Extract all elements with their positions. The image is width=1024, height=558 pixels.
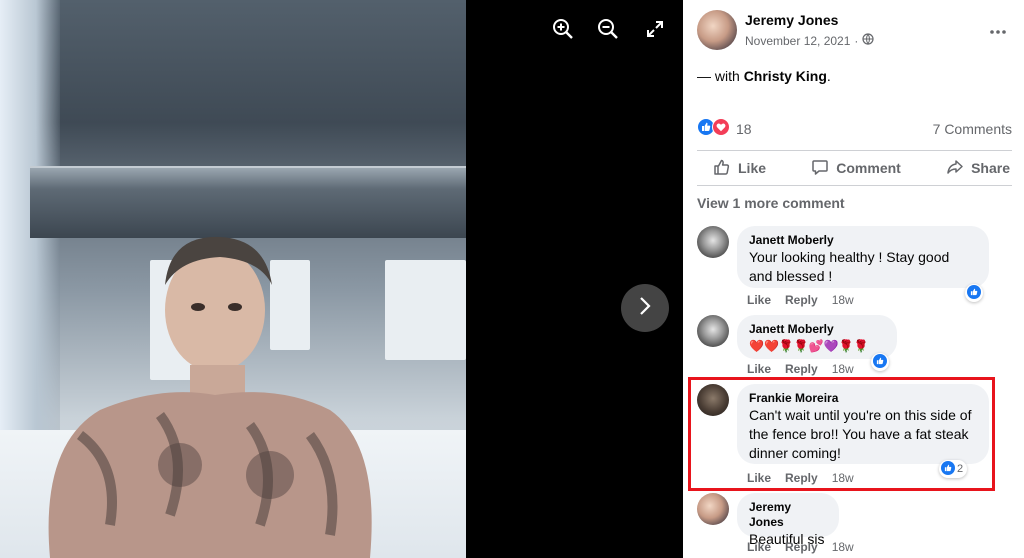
- commenter-name[interactable]: Frankie Moreira: [749, 391, 977, 406]
- commenter-name[interactable]: Janett Moberly: [749, 322, 885, 337]
- comment-button[interactable]: Comment: [811, 158, 901, 179]
- comment-bubble: Janett Moberly ❤️❤️🌹🌹💕💜🌹🌹: [737, 315, 897, 359]
- author-avatar[interactable]: [697, 10, 737, 50]
- comment-item: Jeremy Jones Beautiful sis Like Reply 18…: [697, 493, 1012, 555]
- person-figure: [48, 236, 372, 558]
- post-side-panel: Jeremy Jones November 12, 2021 · — with …: [683, 0, 1024, 558]
- comment-like-link[interactable]: Like: [747, 540, 771, 554]
- tagged-with-line: — with Christy King.: [697, 68, 831, 84]
- comment-actions: Like Reply 18w: [747, 471, 854, 485]
- post-date: November 12, 2021 ·: [745, 33, 875, 48]
- post-header: Jeremy Jones November 12, 2021 ·: [697, 10, 1010, 54]
- comment-actions: Like Reply 18w: [747, 362, 854, 376]
- comment-like-link[interactable]: Like: [747, 471, 771, 485]
- commenter-avatar[interactable]: [697, 315, 729, 347]
- comment-text-line: the fence bro!! You have a fat steak: [749, 426, 969, 442]
- comment-bubble: Jeremy Jones Beautiful sis: [737, 493, 839, 547]
- commenter-avatar[interactable]: [697, 493, 729, 525]
- comment-reaction-badge[interactable]: [965, 284, 983, 302]
- comment-reaction-badge[interactable]: 2: [939, 460, 968, 478]
- comment-time[interactable]: 18w: [832, 540, 854, 554]
- more-options-button[interactable]: [986, 18, 1010, 42]
- comment-bubble-icon: [811, 158, 829, 179]
- reaction-icons[interactable]: 18: [697, 117, 752, 141]
- post-author-name[interactable]: Jeremy Jones: [745, 12, 838, 28]
- comment-time[interactable]: 18w: [832, 293, 854, 307]
- comment-bubble: Janett Moberly Your looking healthy ! St…: [737, 226, 989, 288]
- photo-viewer: [0, 0, 683, 558]
- next-photo-button[interactable]: [621, 284, 669, 332]
- share-button-label: Share: [971, 160, 1010, 176]
- comment-item: Janett Moberly Your looking healthy ! St…: [697, 226, 1012, 308]
- reaction-count: 18: [736, 121, 752, 137]
- share-arrow-icon: [946, 158, 964, 179]
- fullscreen-icon[interactable]: [642, 16, 668, 42]
- commenter-name[interactable]: Janett Moberly: [749, 233, 977, 248]
- commenter-name[interactable]: Jeremy Jones: [749, 500, 827, 530]
- comment-text-line: Your looking healthy ! Stay good: [749, 249, 950, 265]
- comment-actions: Like Reply 18w: [747, 293, 854, 307]
- comment-button-label: Comment: [836, 160, 901, 176]
- thumbs-up-icon: [713, 158, 731, 179]
- commenter-avatar[interactable]: [697, 384, 729, 416]
- with-prefix: — with: [697, 68, 744, 84]
- globe-icon: [862, 33, 875, 48]
- comment-actions: Like Reply 18w: [747, 540, 854, 554]
- comment-time[interactable]: 18w: [832, 471, 854, 485]
- chevron-right-icon: [637, 295, 653, 322]
- zoom-in-icon[interactable]: [550, 16, 576, 42]
- comment-item: Janett Moberly ❤️❤️🌹🌹💕💜🌹🌹 Like Reply 18w: [697, 315, 1012, 377]
- comment-item: Frankie Moreira Can't wait until you're …: [697, 384, 1012, 486]
- with-suffix: .: [826, 68, 831, 84]
- share-button[interactable]: Share: [946, 158, 1010, 179]
- comment-reply-link[interactable]: Reply: [785, 540, 818, 554]
- post-date-text[interactable]: November 12, 2021: [745, 34, 850, 48]
- comment-reaction-badge[interactable]: [871, 353, 889, 371]
- like-reaction-icon: [967, 284, 981, 302]
- post-action-bar: Like Comment Share: [697, 150, 1012, 186]
- comment-reply-link[interactable]: Reply: [785, 293, 818, 307]
- commenter-avatar[interactable]: [697, 226, 729, 258]
- like-button[interactable]: Like: [713, 158, 766, 179]
- like-button-label: Like: [738, 160, 767, 176]
- comment-like-link[interactable]: Like: [747, 293, 771, 307]
- like-reaction-icon: [941, 460, 955, 478]
- love-reaction-icon: [712, 117, 730, 141]
- comments-count-link[interactable]: 7 Comments: [933, 121, 1012, 137]
- comment-reply-link[interactable]: Reply: [785, 471, 818, 485]
- post-photo: [0, 0, 466, 558]
- photo-post-view: Jeremy Jones November 12, 2021 · — with …: [0, 0, 1024, 558]
- reactions-summary: 18 7 Comments: [697, 117, 1012, 141]
- like-reaction-icon: [873, 353, 887, 371]
- more-dots-icon: [990, 21, 1006, 39]
- comment-bubble: Frankie Moreira Can't wait until you're …: [737, 384, 989, 464]
- comment-reaction-count: 2: [957, 463, 964, 475]
- comment-text-line: and blessed !: [749, 268, 833, 284]
- zoom-out-icon[interactable]: [595, 16, 621, 42]
- comment-emoji-text: ❤️❤️🌹🌹💕💜🌹🌹: [749, 339, 869, 353]
- comment-like-link[interactable]: Like: [747, 362, 771, 376]
- view-more-comments-link[interactable]: View 1 more comment: [697, 195, 845, 211]
- comment-reply-link[interactable]: Reply: [785, 362, 818, 376]
- tagged-person-link[interactable]: Christy King: [744, 68, 827, 84]
- comment-text-line: Can't wait until you're on this side of: [749, 407, 972, 423]
- comment-time[interactable]: 18w: [832, 362, 854, 376]
